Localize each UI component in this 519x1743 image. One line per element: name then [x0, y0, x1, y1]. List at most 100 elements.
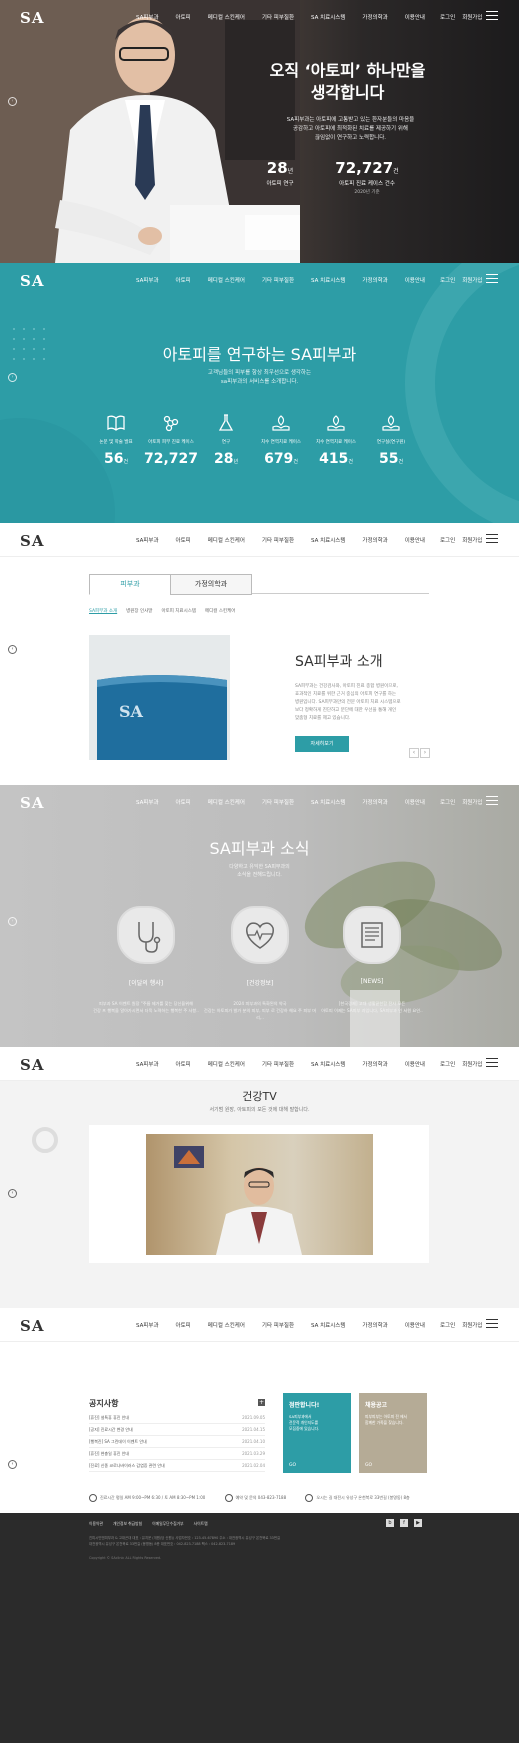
notice-row[interactable]: [휴진] 현충일 휴진 안내 2021.03.29	[89, 1449, 265, 1460]
hamburger-icon[interactable]	[486, 796, 498, 805]
menu-item[interactable]: 기타 피부질환	[262, 1321, 294, 1329]
menu-item[interactable]: 이용안내	[405, 536, 425, 544]
footer-link[interactable]: 개인정보 취급방침	[113, 1521, 142, 1526]
menu-item[interactable]: 메디컬 스킨케어	[208, 13, 245, 21]
menu-item[interactable]: 아토피	[176, 13, 191, 21]
menu-item[interactable]: 메디컬 스킨케어	[208, 276, 245, 284]
menu-item[interactable]: SA피부과	[136, 1060, 159, 1068]
news-item-badge[interactable]	[343, 906, 401, 964]
menu-item[interactable]: 이용안내	[405, 1321, 425, 1329]
footer-link[interactable]: 이메일무단수집거부	[152, 1521, 183, 1526]
menu-item[interactable]: SA피부과	[136, 276, 159, 284]
pager-active-icon[interactable]: ‹	[8, 1460, 17, 1469]
login-link[interactable]: 로그인	[440, 278, 455, 284]
join-link[interactable]: 회원가입	[462, 1323, 482, 1329]
news-caption[interactable]: [이달의 행사]	[91, 978, 201, 987]
menu-item[interactable]: 이용안내	[405, 1060, 425, 1068]
menu-item[interactable]: 아토피	[176, 536, 191, 544]
menu-item[interactable]: 메디컬 스킨케어	[208, 1321, 245, 1329]
menu-item[interactable]: 아토피	[176, 1321, 191, 1329]
hamburger-icon[interactable]	[486, 274, 498, 283]
tab-dermatology[interactable]: 피부과	[89, 574, 171, 595]
subtab-item[interactable]: 아토피 치료시스템	[161, 609, 196, 614]
hamburger-icon[interactable]	[486, 1058, 498, 1067]
go-link[interactable]: GO	[365, 1463, 372, 1468]
tab-family-medicine[interactable]: 가정의학과	[170, 574, 252, 595]
menu-item[interactable]: 기타 피부질환	[262, 13, 294, 21]
pager-active-icon[interactable]: ‹	[8, 1189, 17, 1198]
join-link[interactable]: 회원가입	[462, 800, 482, 806]
notice-row[interactable]: [진료] 신종 코로나바이러스 감염증 관련 안내 2021.02.04	[89, 1461, 265, 1472]
prev-arrow-icon[interactable]: ‹	[409, 748, 419, 758]
blog-icon[interactable]: b	[386, 1519, 394, 1527]
menu-item[interactable]: SA피부과	[136, 536, 159, 544]
join-link[interactable]: 회원가입	[462, 15, 482, 21]
menu-item[interactable]: SA 치료시스템	[311, 536, 345, 544]
login-link[interactable]: 로그인	[440, 800, 455, 806]
menu-item[interactable]: 아토피	[176, 1060, 191, 1068]
news-item-badge[interactable]	[231, 906, 289, 964]
menu-item[interactable]: 이용안내	[405, 276, 425, 284]
login-link[interactable]: 로그인	[440, 538, 455, 544]
logo[interactable]: SA	[20, 1056, 44, 1074]
logo[interactable]: SA	[20, 532, 44, 550]
menu-item[interactable]: 가정의학과	[362, 13, 387, 21]
join-link[interactable]: 회원가입	[462, 1062, 482, 1068]
menu-item[interactable]: 기타 피부질환	[262, 1060, 294, 1068]
menu-item[interactable]: SA피부과	[136, 1321, 159, 1329]
hamburger-icon[interactable]	[486, 11, 498, 20]
go-link[interactable]: GO	[289, 1463, 296, 1468]
plus-icon[interactable]: +	[258, 1399, 265, 1406]
menu-item[interactable]: 가정의학과	[362, 798, 387, 806]
logo[interactable]: SA	[20, 794, 44, 812]
facebook-icon[interactable]: f	[400, 1519, 408, 1527]
menu-item[interactable]: 가정의학과	[362, 276, 387, 284]
notice-row[interactable]: [공지] 진료시간 변경 안내 2021.04.15	[89, 1425, 265, 1436]
join-link[interactable]: 회원가입	[462, 538, 482, 544]
footer-link[interactable]: 사이트맵	[194, 1521, 208, 1526]
menu-item[interactable]: 기타 피부질환	[262, 798, 294, 806]
menu-item[interactable]: 이용안내	[405, 13, 425, 21]
footer-link[interactable]: 이용약관	[89, 1521, 103, 1526]
menu-item[interactable]: SA 치료시스템	[311, 798, 345, 806]
more-button[interactable]: 자세히보기	[295, 736, 349, 752]
youtube-icon[interactable]: ▶	[414, 1519, 422, 1527]
login-link[interactable]: 로그인	[440, 1062, 455, 1068]
subtab-item[interactable]: SA피부과 소개	[89, 609, 117, 614]
notice-row[interactable]: [행복진] SA 그린데이 이벤트 안내 2021.04.10	[89, 1437, 265, 1448]
news-caption[interactable]: [NEWS]	[317, 978, 427, 985]
logo[interactable]: SA	[20, 9, 44, 27]
news-caption[interactable]: [건강정보]	[205, 978, 315, 987]
menu-item[interactable]: SA 치료시스템	[311, 1060, 345, 1068]
menu-item[interactable]: 아토피	[176, 276, 191, 284]
menu-item[interactable]: 기타 피부질환	[262, 536, 294, 544]
subtab-item[interactable]: 메디컬 스킨케어	[205, 609, 235, 614]
join-link[interactable]: 회원가입	[462, 278, 482, 284]
pager-active-icon[interactable]: ‹	[8, 97, 17, 106]
logo[interactable]: SA	[20, 272, 44, 290]
subtab-item[interactable]: 병원장 인사말	[126, 609, 152, 614]
news-item-badge[interactable]	[117, 906, 175, 964]
menu-item[interactable]: SA피부과	[136, 13, 159, 21]
video-thumbnail[interactable]	[146, 1134, 373, 1255]
menu-item[interactable]: SA피부과	[136, 798, 159, 806]
menu-item[interactable]: 메디컬 스킨케어	[208, 798, 245, 806]
menu-item[interactable]: 이용안내	[405, 798, 425, 806]
event-card[interactable]: 점판합니다! SA피부과에서 전문적 개인지도를 모집중에 있습니다. GO	[283, 1393, 351, 1473]
next-arrow-icon[interactable]: ›	[420, 748, 430, 758]
menu-item[interactable]: 가정의학과	[362, 1321, 387, 1329]
pager-active-icon[interactable]: ›	[8, 917, 17, 926]
menu-item[interactable]: 가정의학과	[362, 536, 387, 544]
video-card[interactable]	[89, 1125, 429, 1263]
hamburger-icon[interactable]	[486, 1319, 498, 1328]
menu-item[interactable]: 아토피	[176, 798, 191, 806]
notice-row[interactable]: [휴진] 설특휴 휴진 안내 2021.09.05	[89, 1413, 265, 1424]
logo[interactable]: SA	[20, 1317, 44, 1335]
menu-item[interactable]: SA 치료시스템	[311, 276, 345, 284]
login-link[interactable]: 로그인	[440, 1323, 455, 1329]
menu-item[interactable]: 메디컬 스킨케어	[208, 536, 245, 544]
menu-item[interactable]: SA 치료시스템	[311, 13, 345, 21]
menu-item[interactable]: 메디컬 스킨케어	[208, 1060, 245, 1068]
hamburger-icon[interactable]	[486, 534, 498, 543]
menu-item[interactable]: SA 치료시스템	[311, 1321, 345, 1329]
